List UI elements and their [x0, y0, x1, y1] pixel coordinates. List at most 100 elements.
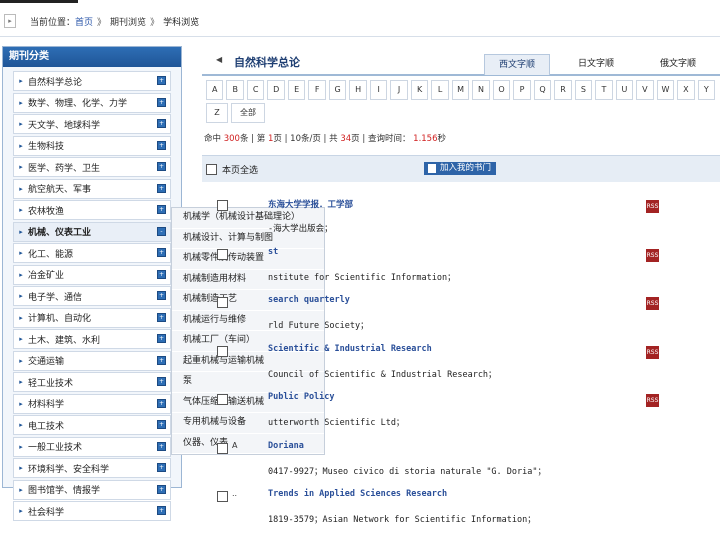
record-checkbox[interactable] [217, 297, 228, 308]
sidebar-category-item[interactable]: ▸ 天文学、地球科学 + [13, 114, 171, 134]
tab-japanese-alphabetical[interactable]: 日文字顺 [564, 54, 628, 74]
letter-filter-button[interactable]: W [656, 80, 675, 100]
sidebar-category-item[interactable]: ▸ 轻工业技术 + [13, 372, 171, 392]
letter-filter-button[interactable]: G [328, 80, 347, 100]
letter-filter-button[interactable]: Y [697, 80, 716, 100]
letter-filter-button[interactable]: N [472, 80, 490, 100]
letter-filter-button[interactable]: E [287, 80, 306, 100]
expand-icon[interactable]: + [157, 140, 166, 150]
sidebar-category-item[interactable]: ▸ 计算机、自动化 + [13, 307, 171, 328]
tab-western-alphabetical[interactable]: 西文字顺 [484, 54, 550, 75]
sidebar-category-item[interactable]: ▸ 农林牧渔 + [13, 200, 171, 220]
letter-filter-button[interactable]: Q [533, 80, 552, 100]
journal-title-link[interactable]: Trends in Applied Sciences Research [268, 489, 447, 499]
expand-icon[interactable]: + [157, 183, 166, 193]
letter-filter-button[interactable]: J [390, 80, 408, 100]
record-checkbox[interactable] [217, 345, 228, 357]
letter-filter-button[interactable]: M [451, 80, 470, 100]
letter-filter-button[interactable]: V [636, 80, 654, 100]
letter-filter-button[interactable]: C [246, 80, 265, 100]
expand-icon[interactable]: + [157, 248, 166, 257]
letter-filter-button[interactable]: X [677, 80, 695, 100]
sidebar-category-item[interactable]: ▸ 自然科学总论 + [13, 71, 171, 91]
sidebar-category-item[interactable]: ▸ 一般工业技术 + [13, 436, 171, 457]
breadcrumb-section-link[interactable]: 期刊浏览 [110, 15, 146, 28]
journal-title-link[interactable]: Public Policy [268, 392, 335, 402]
expand-icon[interactable]: + [157, 162, 166, 171]
sidebar-category-item[interactable]: ▸ 航空航天、军事 + [13, 178, 171, 199]
sidebar-category-item[interactable]: ▸ 电工技术 + [13, 415, 171, 435]
letter-filter-button[interactable]: H [349, 80, 367, 100]
expand-icon[interactable]: + [157, 312, 166, 322]
letter-filter-button[interactable]: K [410, 80, 429, 100]
expand-icon[interactable]: + [157, 97, 166, 107]
letter-filter-button[interactable]: R [554, 80, 572, 100]
query-time-value: 1.156 [413, 134, 438, 144]
expand-icon[interactable]: + [157, 377, 166, 386]
letter-filter-button[interactable]: Z [206, 103, 228, 123]
select-all-checkbox[interactable] [206, 164, 217, 175]
sidebar-category-item[interactable]: ▸ 生物科技 + [13, 135, 171, 156]
expand-icon[interactable]: + [157, 119, 166, 128]
collapse-arrow-icon[interactable]: ▸ [4, 14, 16, 28]
expand-icon[interactable]: + [157, 269, 166, 279]
sidebar-category-item[interactable]: ▸ 医学、药学、卫生 + [13, 157, 171, 177]
journal-title-link[interactable]: search quarterly [268, 295, 350, 305]
record-checkbox[interactable] [217, 394, 228, 405]
letter-filter-button[interactable]: D [267, 80, 285, 100]
rss-icon[interactable]: RSS [646, 345, 659, 359]
sidebar-category-item[interactable]: ▸ 材料科学 + [13, 393, 171, 414]
expand-icon[interactable]: - [157, 226, 166, 236]
record-checkbox[interactable] [217, 491, 228, 502]
letter-filter-button[interactable]: U [615, 80, 634, 100]
select-all-label[interactable]: 本页全选 [222, 163, 258, 176]
record-checkbox[interactable] [217, 200, 228, 211]
rss-icon[interactable]: RSS [646, 200, 659, 213]
expand-icon[interactable]: + [157, 76, 166, 85]
journal-title-link[interactable]: 东海大学学报．工学部 [268, 198, 353, 210]
rss-icon[interactable]: RSS [646, 297, 659, 310]
expand-icon[interactable]: + [157, 484, 166, 494]
expand-icon[interactable]: + [157, 334, 166, 343]
letter-filter-button[interactable]: O [492, 80, 511, 100]
letter-filter-button[interactable]: B [226, 80, 244, 100]
sidebar-category-item[interactable]: ▸ 社会科学 + [13, 501, 171, 521]
add-to-my-shelf-button[interactable]: 加入我的书门 [424, 162, 497, 175]
expand-icon[interactable]: + [157, 506, 166, 515]
rss-icon[interactable]: RSS [646, 248, 659, 262]
sidebar-category-item[interactable]: ▸ 冶金矿业 + [13, 264, 171, 285]
journal-title-link[interactable]: Scientific & Industrial Research [268, 344, 432, 354]
sidebar-category-item[interactable]: ▸ 机械、仪表工业 - [13, 221, 171, 242]
expand-icon[interactable]: + [157, 463, 166, 472]
letter-filter-button[interactable]: S [574, 80, 593, 100]
sidebar-category-item[interactable]: ▸ 交通运输 + [13, 350, 171, 371]
expand-icon[interactable]: + [157, 205, 166, 214]
rss-icon[interactable]: RSS [646, 394, 659, 407]
letter-filter-button[interactable]: F [308, 80, 326, 100]
expand-icon[interactable]: + [157, 398, 166, 408]
sidebar-category-item[interactable]: ▸ 图书馆学、情报学 + [13, 479, 171, 500]
expand-icon[interactable]: + [157, 355, 166, 365]
journal-title-link[interactable]: Doriana [268, 441, 304, 451]
tab-russian-alphabetical[interactable]: 俄文字顺 [646, 54, 710, 74]
letter-filter-button[interactable]: P [513, 80, 531, 100]
expand-icon[interactable]: + [157, 420, 166, 429]
journal-record: .. Trends in Applied Sciences Research 181… [202, 485, 720, 534]
record-checkbox[interactable] [217, 248, 228, 260]
letter-filter-button[interactable]: A [206, 80, 224, 100]
letter-filter-button[interactable]: I [369, 80, 388, 100]
record-checkbox[interactable] [217, 442, 228, 454]
letter-filter-button[interactable]: L [431, 80, 449, 100]
breadcrumb-home-link[interactable]: 首页 [75, 15, 93, 28]
journal-title-link[interactable]: st [268, 247, 278, 257]
page-label: | 第 [251, 134, 266, 144]
sidebar-category-item[interactable]: ▸ 数学、物理、化学、力学 + [13, 92, 171, 113]
expand-icon[interactable]: + [157, 441, 166, 451]
sidebar-category-item[interactable]: ▸ 环境科学、安全科学 + [13, 458, 171, 478]
letter-filter-button[interactable]: T [595, 80, 613, 100]
expand-icon[interactable]: + [157, 291, 166, 300]
sidebar-category-item[interactable]: ▸ 土木、建筑、水利 + [13, 329, 171, 349]
sidebar-category-item[interactable]: ▸ 电子学、通信 + [13, 286, 171, 306]
letter-filter-button[interactable]: 全部 [231, 103, 265, 123]
sidebar-category-item[interactable]: ▸ 化工、能源 + [13, 243, 171, 263]
